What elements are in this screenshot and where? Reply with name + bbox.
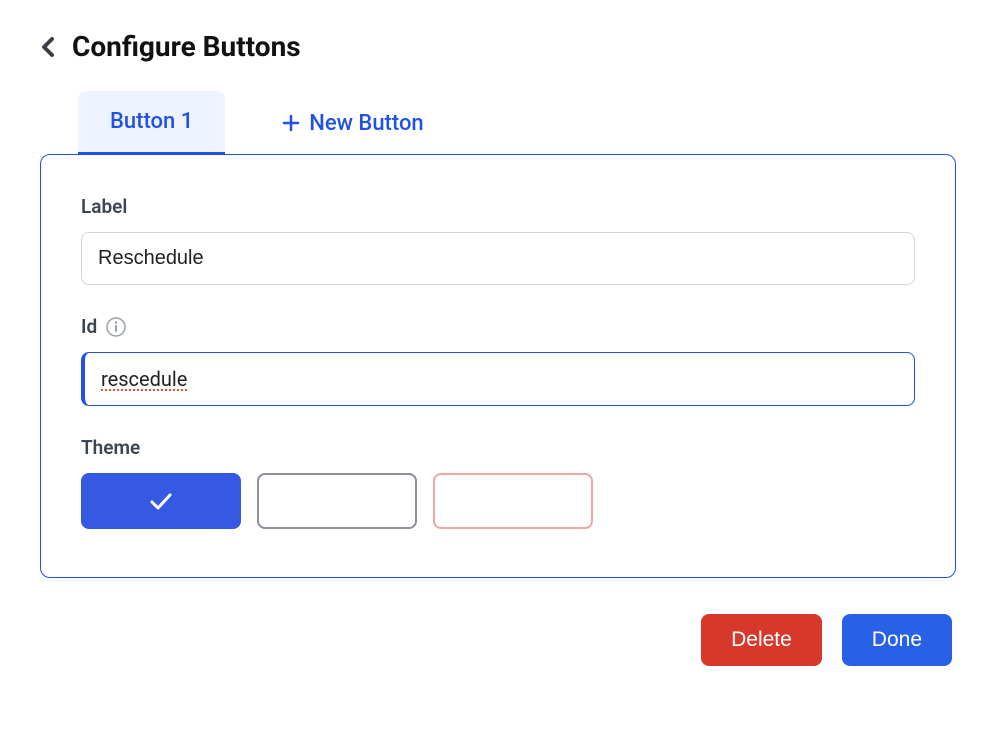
tab-button-1[interactable]: Button 1: [78, 91, 225, 155]
label-input[interactable]: [81, 232, 915, 285]
config-panel: Label Id rescedule Theme: [40, 154, 956, 578]
theme-field-label: Theme: [81, 436, 915, 459]
id-field-label: Id: [81, 315, 97, 338]
id-input[interactable]: rescedule: [81, 352, 915, 406]
page-title: Configure Buttons: [72, 30, 301, 63]
label-field-label: Label: [81, 195, 915, 218]
plus-icon: [281, 113, 301, 133]
done-button[interactable]: Done: [842, 614, 952, 666]
new-button-label: New Button: [309, 111, 423, 136]
tab-new-button[interactable]: New Button: [249, 91, 455, 155]
info-icon[interactable]: [105, 316, 127, 338]
theme-secondary-swatch[interactable]: [257, 473, 417, 529]
delete-button[interactable]: Delete: [701, 614, 822, 666]
checkmark-icon: [145, 485, 177, 517]
back-button[interactable]: [40, 35, 56, 59]
tab-label: Button 1: [110, 109, 193, 134]
theme-danger-swatch[interactable]: [433, 473, 593, 529]
chevron-left-icon: [40, 35, 56, 59]
id-value: rescedule: [101, 367, 187, 391]
theme-primary-swatch[interactable]: [81, 473, 241, 529]
